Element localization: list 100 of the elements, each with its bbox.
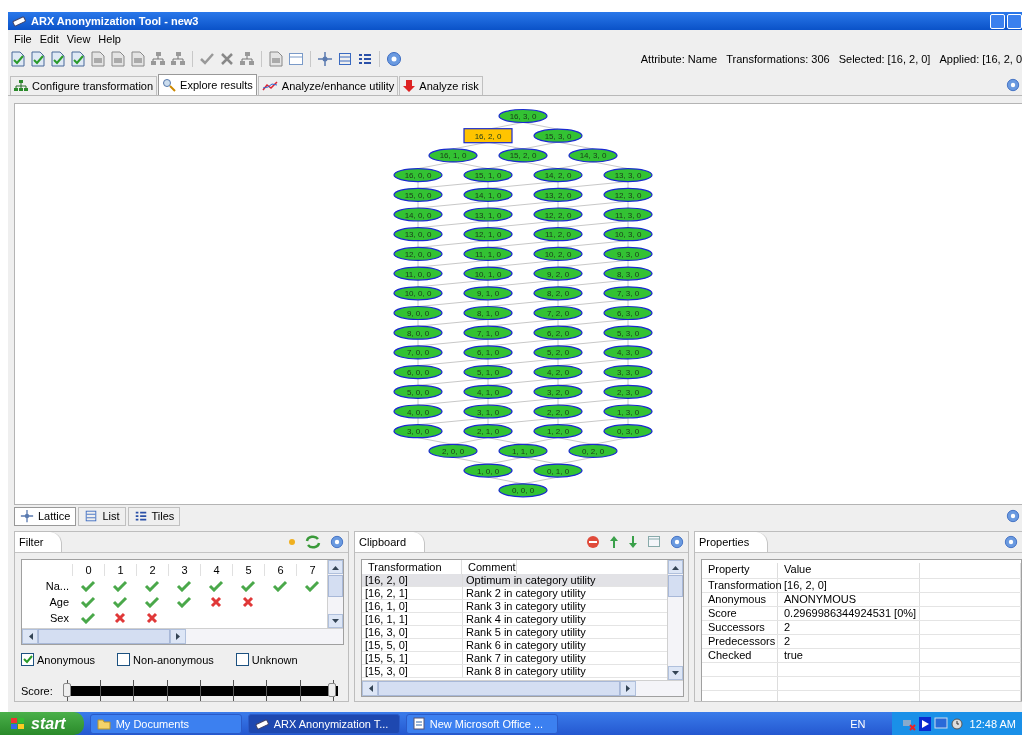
lattice-node[interactable]: 13, 0, 0 xyxy=(393,227,443,242)
table-row[interactable]: [16, 1, 1] Rank 4 in category utility xyxy=(362,613,667,626)
checkbox[interactable] xyxy=(21,653,34,666)
help-icon[interactable] xyxy=(330,535,344,549)
cross-icon[interactable] xyxy=(219,51,235,67)
lattice-node[interactable]: 6, 1, 0 xyxy=(463,345,513,360)
document-icon[interactable] xyxy=(268,51,284,67)
lattice-node[interactable]: 0, 3, 0 xyxy=(603,424,653,439)
remove-icon[interactable] xyxy=(586,535,600,549)
scroll-thumb[interactable] xyxy=(328,575,343,597)
checkbox[interactable] xyxy=(117,653,131,666)
check-icon[interactable] xyxy=(176,580,192,592)
lattice-node[interactable]: 6, 3, 0 xyxy=(603,305,653,321)
lattice-node[interactable]: 1, 0, 0 xyxy=(463,463,513,478)
vertical-scrollbar[interactable] xyxy=(327,560,343,628)
checkbox[interactable] xyxy=(235,653,249,666)
tiles-icon[interactable] xyxy=(357,51,373,67)
lattice-node[interactable]: 12, 3, 0 xyxy=(603,187,653,202)
check-icon[interactable] xyxy=(240,580,256,592)
cross-icon[interactable] xyxy=(242,596,254,608)
lattice-node[interactable]: 6, 2, 0 xyxy=(533,325,583,340)
lattice-node[interactable]: 7, 0, 0 xyxy=(393,345,443,360)
minimize-button[interactable] xyxy=(990,13,1005,29)
check-icon[interactable] xyxy=(199,51,215,67)
slider-thumb[interactable] xyxy=(62,683,71,697)
taskbar-button[interactable]: My Documents xyxy=(89,713,242,734)
lattice-node[interactable]: 1, 1, 0 xyxy=(498,443,548,458)
lattice-node[interactable]: 12, 2, 0 xyxy=(533,207,583,222)
left-arrow-icon[interactable] xyxy=(27,633,33,640)
lattice-node[interactable]: 8, 3, 0 xyxy=(603,266,653,281)
tab[interactable]: Explore results xyxy=(158,74,257,95)
lattice-node[interactable]: 4, 1, 0 xyxy=(463,384,513,399)
help-icon[interactable] xyxy=(1004,535,1018,549)
lattice-node[interactable]: 4, 0, 0 xyxy=(393,404,443,419)
lattice-node[interactable]: 15, 3, 0 xyxy=(533,128,583,143)
lattice-node[interactable]: 16, 2, 0 xyxy=(463,128,513,144)
document-icon[interactable] xyxy=(90,51,106,67)
lattice-node[interactable]: 1, 2, 0 xyxy=(533,424,583,439)
restore-button[interactable] xyxy=(1007,13,1022,29)
lattice-node[interactable]: 8, 1, 0 xyxy=(463,305,513,321)
scroll-thumb[interactable] xyxy=(378,681,620,696)
right-arrow-icon[interactable] xyxy=(625,685,631,692)
taskbar-button[interactable]: ARX Anonymization T... xyxy=(247,713,400,734)
panel-tab[interactable]: Filter xyxy=(15,532,63,552)
lattice-node[interactable]: 16, 1, 0 xyxy=(428,148,478,163)
lattice-node[interactable]: 13, 1, 0 xyxy=(463,207,513,222)
dot-icon[interactable] xyxy=(288,538,296,546)
check-icon[interactable] xyxy=(272,580,288,592)
table-row[interactable]: [16, 2, 1] Rank 2 in category utility xyxy=(362,587,667,600)
lattice-node[interactable]: 16, 3, 0 xyxy=(498,108,548,124)
table-row[interactable]: [15, 3, 0] Rank 8 in category utility xyxy=(362,665,667,678)
lattice-node[interactable]: 12, 1, 0 xyxy=(463,227,513,242)
menu-item[interactable]: View xyxy=(66,32,91,45)
document-icon[interactable] xyxy=(30,51,46,67)
help-icon[interactable] xyxy=(670,535,684,549)
lattice-node[interactable]: 10, 1, 0 xyxy=(463,266,513,281)
lattice-node[interactable]: 7, 3, 0 xyxy=(603,286,653,301)
right-arrow-icon[interactable] xyxy=(175,633,181,640)
clock-icon[interactable] xyxy=(950,717,963,730)
left-arrow-icon[interactable] xyxy=(367,685,373,692)
check-icon[interactable] xyxy=(80,612,96,624)
cross-icon[interactable] xyxy=(210,596,222,608)
help-icon[interactable] xyxy=(1006,77,1020,92)
hierarchy-icon[interactable] xyxy=(150,51,166,67)
hierarchy-icon[interactable] xyxy=(239,51,255,67)
refresh-icon[interactable] xyxy=(305,535,321,549)
view-tab[interactable]: Lattice xyxy=(14,506,77,526)
table-row[interactable]: [16, 1, 0] Rank 3 in category utility xyxy=(362,600,667,613)
lattice-node[interactable]: 1, 3, 0 xyxy=(603,404,653,419)
start-button[interactable]: start xyxy=(0,712,84,735)
lattice-node[interactable]: 10, 2, 0 xyxy=(533,246,583,261)
lattice-node[interactable]: 6, 0, 0 xyxy=(393,365,443,380)
down-arrow-icon[interactable] xyxy=(332,618,339,624)
table-row[interactable]: [15, 5, 1] Rank 7 in category utility xyxy=(362,652,667,665)
slider-thumb[interactable] xyxy=(328,683,336,697)
lattice-node[interactable]: 2, 1, 0 xyxy=(463,424,513,439)
down-arrow-icon[interactable] xyxy=(672,670,679,676)
lattice-node[interactable]: 8, 0, 0 xyxy=(393,325,443,340)
lattice-node[interactable]: 0, 0, 0 xyxy=(498,483,548,498)
document-icon[interactable] xyxy=(10,51,26,67)
table-icon[interactable] xyxy=(288,51,304,67)
check-icon[interactable] xyxy=(144,596,160,608)
panel-tab[interactable]: Properties xyxy=(695,532,769,552)
lattice-node[interactable]: 2, 0, 0 xyxy=(428,443,478,458)
panel-tab[interactable]: Clipboard xyxy=(355,532,426,552)
lattice-node[interactable]: 4, 2, 0 xyxy=(533,365,583,380)
lattice-node[interactable]: 3, 3, 0 xyxy=(603,365,653,380)
cross-icon[interactable] xyxy=(146,612,158,624)
lattice-node[interactable]: 10, 3, 0 xyxy=(603,227,653,242)
help-icon[interactable] xyxy=(1006,509,1020,523)
up-arrow-icon[interactable] xyxy=(672,564,679,570)
lattice-node[interactable]: 9, 1, 0 xyxy=(463,286,513,301)
lattice-node[interactable]: 3, 2, 0 xyxy=(533,384,583,399)
check-icon[interactable] xyxy=(112,596,128,608)
menu-item[interactable]: Edit xyxy=(39,32,59,45)
lattice-node[interactable]: 14, 0, 0 xyxy=(393,207,443,222)
lattice-node[interactable]: 4, 3, 0 xyxy=(603,345,653,360)
view-tab[interactable]: List xyxy=(78,506,126,526)
lattice-node[interactable]: 2, 3, 0 xyxy=(603,384,653,399)
hierarchy-icon[interactable] xyxy=(170,51,186,67)
